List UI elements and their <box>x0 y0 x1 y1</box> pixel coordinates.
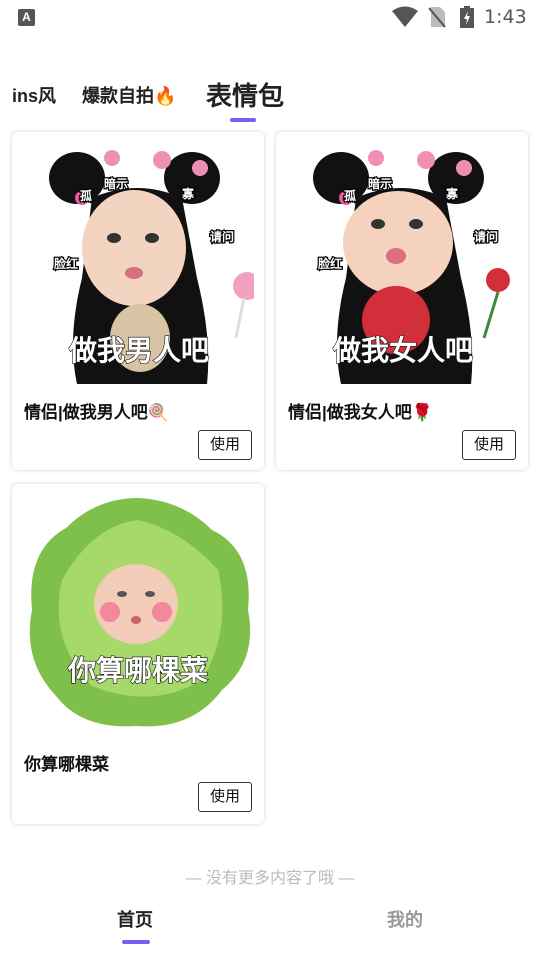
app-notification-icon: A <box>18 9 35 26</box>
clock: 1:43 <box>484 6 527 28</box>
nav-active-indicator <box>122 940 150 944</box>
template-image-lettuce[interactable]: 你算哪棵菜 <box>22 490 254 736</box>
status-bar: A 1:43 <box>0 0 540 36</box>
wifi-icon <box>392 6 418 27</box>
battery-charging-icon <box>460 6 474 28</box>
bottom-nav: 首页 我的 <box>0 892 540 960</box>
tab-selfie[interactable]: 爆款自拍🔥 <box>82 82 176 108</box>
card-title: 情侣|做我女人吧🌹 <box>288 403 433 422</box>
tag-blush: 脸红 <box>318 256 342 271</box>
tab-ins[interactable]: ins风 <box>12 82 56 108</box>
tag-lonely: 孤 <box>344 188 356 203</box>
no-more-content-note: — 没有更多内容了哦 — <box>185 870 355 887</box>
tab-active-indicator <box>230 118 256 122</box>
use-button[interactable]: 使用 <box>462 430 516 460</box>
card-title: 你算哪棵菜 <box>24 755 109 774</box>
nav-home[interactable]: 首页 <box>117 906 153 932</box>
image-caption: 做我男人吧 <box>68 334 209 367</box>
tag-lonely: 孤 <box>80 188 92 203</box>
image-caption: 做我女人吧 <box>332 334 473 367</box>
nav-mine[interactable]: 我的 <box>387 906 423 932</box>
no-sim-icon <box>428 7 446 28</box>
image-caption: 你算哪棵菜 <box>67 654 208 687</box>
category-tabs: ins风 爆款自拍🔥 表情包 <box>0 74 540 126</box>
use-button[interactable]: 使用 <box>198 782 252 812</box>
tag-blush: 脸红 <box>54 256 78 271</box>
template-image-boy[interactable]: 暗示 孤 寡 请问 脸红 做我男人吧 <box>22 138 254 384</box>
tag-single: 寡 <box>181 186 195 201</box>
template-card[interactable]: 暗示 孤 寡 请问 脸红 做我女人吧 情侣|做我女人吧🌹 使用 <box>276 132 528 470</box>
tag-question: 请问 <box>474 229 498 244</box>
tab-emoji-pack[interactable]: 表情包 <box>206 76 284 113</box>
card-title: 情侣|做我男人吧🍭 <box>24 403 169 422</box>
use-button[interactable]: 使用 <box>198 430 252 460</box>
template-image-girl[interactable]: 暗示 孤 寡 请问 脸红 做我女人吧 <box>286 138 518 384</box>
tag-question: 请问 <box>210 229 234 244</box>
tag-single: 寡 <box>445 186 459 201</box>
tag-hint: 暗示 <box>368 176 392 191</box>
template-card[interactable]: 暗示 孤 寡 请问 脸红 做我男人吧 情侣|做我男人吧🍭 使用 <box>12 132 264 470</box>
tag-hint: 暗示 <box>104 176 128 191</box>
template-card[interactable]: 你算哪棵菜 你算哪棵菜 使用 <box>12 484 264 824</box>
